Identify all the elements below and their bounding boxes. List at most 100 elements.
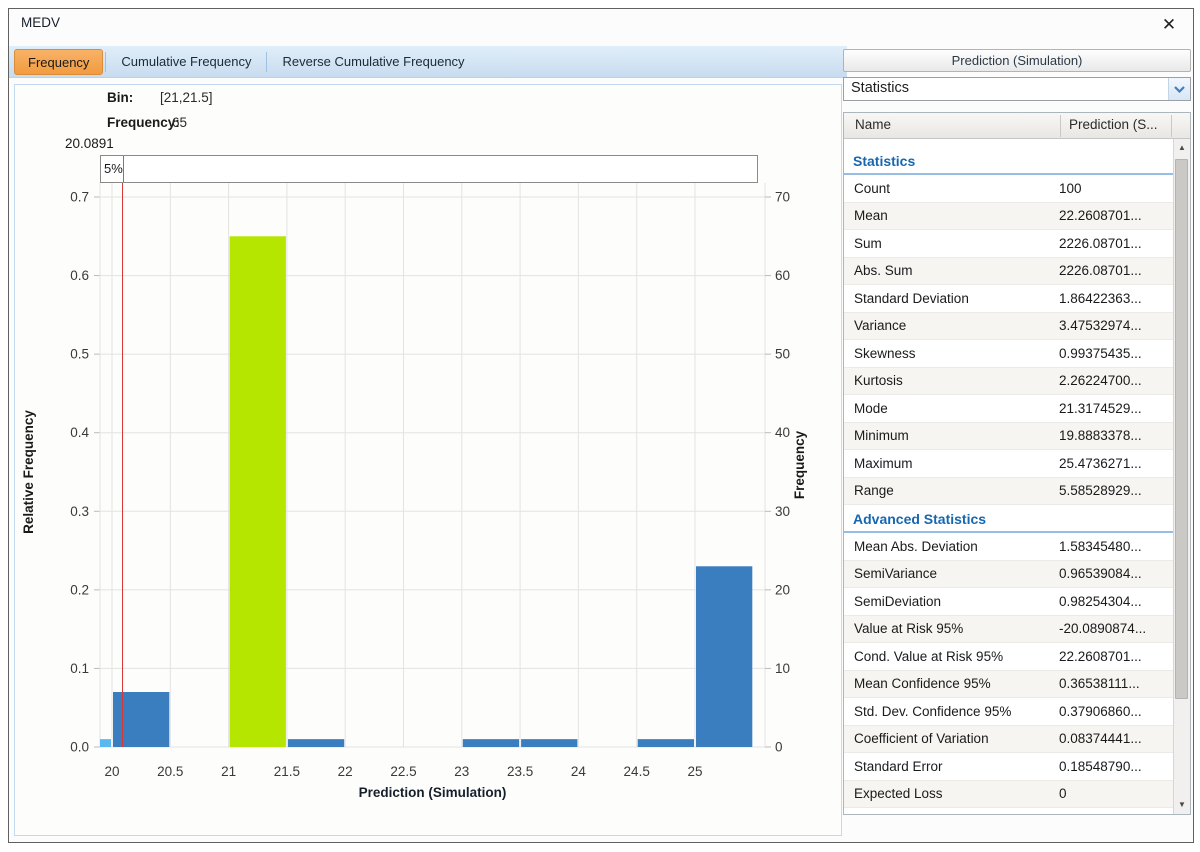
- tooltip-bin-label: Bin:: [107, 90, 133, 105]
- stat-name: Sum: [844, 236, 1059, 251]
- x-axis-tick-label: 22: [338, 764, 353, 779]
- stat-name: Standard Deviation: [844, 291, 1059, 306]
- stat-row[interactable]: Minimum19.8883378...: [844, 423, 1173, 451]
- scrollbar-thumb[interactable]: [1175, 159, 1188, 699]
- stat-row[interactable]: Sum2226.08701...: [844, 230, 1173, 258]
- stat-name: Cond. Value at Risk 95%: [844, 649, 1059, 664]
- stat-name: Variance: [844, 318, 1059, 333]
- percentile-slider-handle[interactable]: [123, 156, 124, 182]
- stat-row[interactable]: Standard Error0.18548790...: [844, 753, 1173, 781]
- table-body: StatisticsCount100Mean22.2608701...Sum22…: [844, 139, 1173, 814]
- stat-value: 21.3174529...: [1059, 401, 1173, 416]
- stat-value: 2.26224700...: [1059, 373, 1173, 388]
- y-axis-left-tick-label: 0.6: [70, 268, 89, 283]
- stat-row[interactable]: Mean Confidence 95%0.36538111...: [844, 671, 1173, 699]
- x-axis-tick-label: 24: [571, 764, 587, 779]
- stat-row[interactable]: Range5.58528929...: [844, 478, 1173, 506]
- close-icon[interactable]: ✕: [1157, 13, 1181, 37]
- histogram-bar[interactable]: [696, 566, 752, 747]
- result-variable-header[interactable]: Prediction (Simulation): [843, 49, 1191, 72]
- x-axis-tick-label: 20.5: [157, 764, 183, 779]
- stat-row[interactable]: Standard Deviation1.86422363...: [844, 285, 1173, 313]
- stat-value: 0.99375435...: [1059, 346, 1173, 361]
- stat-value: 0: [1059, 786, 1173, 801]
- stat-row[interactable]: Cond. Value at Risk 95%22.2608701...: [844, 643, 1173, 671]
- tab-separator: [105, 52, 106, 72]
- stat-name: Mean: [844, 208, 1059, 223]
- chevron-down-icon[interactable]: [1168, 78, 1190, 100]
- y-axis-left-title: Relative Frequency: [21, 410, 36, 534]
- stat-row[interactable]: Skewness0.99375435...: [844, 340, 1173, 368]
- scroll-down-icon[interactable]: ▼: [1174, 797, 1190, 813]
- stat-row[interactable]: Mean Abs. Deviation1.58345480...: [844, 533, 1173, 561]
- stat-row[interactable]: Std. Dev. Confidence 95%0.37906860...: [844, 698, 1173, 726]
- x-axis-tick-label: 24.5: [624, 764, 650, 779]
- histogram-bar[interactable]: [230, 236, 286, 747]
- stat-row[interactable]: SemiVariance0.96539084...: [844, 561, 1173, 589]
- stat-name: Mean Confidence 95%: [844, 676, 1059, 691]
- y-axis-left-tick-label: 0.5: [70, 347, 89, 362]
- vertical-scrollbar[interactable]: ▲ ▼: [1173, 139, 1190, 814]
- tab-reverse-cumulative-frequency[interactable]: Reverse Cumulative Frequency: [269, 49, 477, 75]
- statistics-dropdown[interactable]: Statistics: [843, 77, 1191, 101]
- stat-name: Mode: [844, 401, 1059, 416]
- y-axis-right-tick-label: 0: [775, 740, 783, 755]
- y-axis-left-tick-label: 0.4: [70, 425, 89, 440]
- x-axis-tick-label: 22.5: [390, 764, 416, 779]
- stat-row[interactable]: Value at Risk 95%-20.0890874...: [844, 616, 1173, 644]
- histogram-bar[interactable]: [463, 739, 519, 747]
- stat-row[interactable]: SemiDeviation0.98254304...: [844, 588, 1173, 616]
- stat-row[interactable]: Coefficient of Variation0.08374441...: [844, 726, 1173, 754]
- x-axis-tick-label: 23: [454, 764, 469, 779]
- percentile-marker-line[interactable]: [122, 183, 124, 747]
- stat-value: 2226.08701...: [1059, 263, 1173, 278]
- scroll-up-icon[interactable]: ▲: [1174, 140, 1190, 156]
- stat-value: 0.37906860...: [1059, 704, 1173, 719]
- stat-row[interactable]: Kurtosis2.26224700...: [844, 368, 1173, 396]
- stat-row[interactable]: Mode21.3174529...: [844, 395, 1173, 423]
- histogram-bar[interactable]: [288, 739, 344, 747]
- tab-cumulative-frequency[interactable]: Cumulative Frequency: [108, 49, 264, 75]
- y-axis-right-tick-label: 70: [775, 190, 790, 205]
- x-axis-tick-label: 20: [104, 764, 119, 779]
- x-axis-tick-label: 21.5: [274, 764, 300, 779]
- stat-value: 25.4736271...: [1059, 456, 1173, 471]
- histogram-bar[interactable]: [638, 739, 694, 747]
- y-axis-left-tick-label: 0.0: [70, 740, 89, 755]
- medv-window: MEDV ✕ Frequency Cumulative Frequency Re…: [8, 8, 1194, 843]
- histogram-bar[interactable]: [100, 739, 111, 747]
- stat-row[interactable]: Count100: [844, 175, 1173, 203]
- histogram-chart: 0.00.10.20.30.40.50.60.72020.52121.52222…: [15, 85, 841, 835]
- column-header-name[interactable]: Name: [855, 117, 891, 132]
- window-title: MEDV: [21, 15, 60, 30]
- stat-name: Maximum: [844, 456, 1059, 471]
- tab-frequency[interactable]: Frequency: [14, 49, 103, 75]
- y-axis-left-tick-label: 0.3: [70, 504, 89, 519]
- tooltip-frequency-value: 65: [172, 115, 187, 130]
- column-header-prediction[interactable]: Prediction (S...: [1069, 117, 1158, 132]
- stat-name: SemiVariance: [844, 566, 1059, 581]
- stat-row[interactable]: Mean22.2608701...: [844, 203, 1173, 231]
- stat-value: 19.8883378...: [1059, 428, 1173, 443]
- stat-value: 0.98254304...: [1059, 594, 1173, 609]
- column-divider[interactable]: [1060, 115, 1061, 137]
- stat-row[interactable]: Abs. Sum2226.08701...: [844, 258, 1173, 286]
- stat-name: Expected Loss: [844, 786, 1059, 801]
- stat-value: 0.18548790...: [1059, 759, 1173, 774]
- stat-name: Minimum: [844, 428, 1059, 443]
- y-axis-right-tick-label: 10: [775, 661, 790, 676]
- y-axis-right-tick-label: 40: [775, 425, 790, 440]
- column-divider[interactable]: [1171, 115, 1172, 137]
- stat-row[interactable]: Maximum25.4736271...: [844, 450, 1173, 478]
- histogram-bar[interactable]: [521, 739, 577, 747]
- table-header-row: Name Prediction (S...: [844, 113, 1190, 139]
- percentile-slider[interactable]: 5%: [100, 155, 758, 183]
- tooltip-frequency-label: Frequency:: [107, 115, 180, 130]
- y-axis-left-tick-label: 0.2: [70, 582, 89, 597]
- chart-panel: 0.00.10.20.30.40.50.60.72020.52121.52222…: [14, 84, 842, 836]
- stat-row[interactable]: Variance3.47532974...: [844, 313, 1173, 341]
- stat-name: Range: [844, 483, 1059, 498]
- section-heading: Statistics: [844, 147, 1173, 175]
- stat-name: Value at Risk 95%: [844, 621, 1059, 636]
- stat-row[interactable]: Expected Loss0: [844, 781, 1173, 809]
